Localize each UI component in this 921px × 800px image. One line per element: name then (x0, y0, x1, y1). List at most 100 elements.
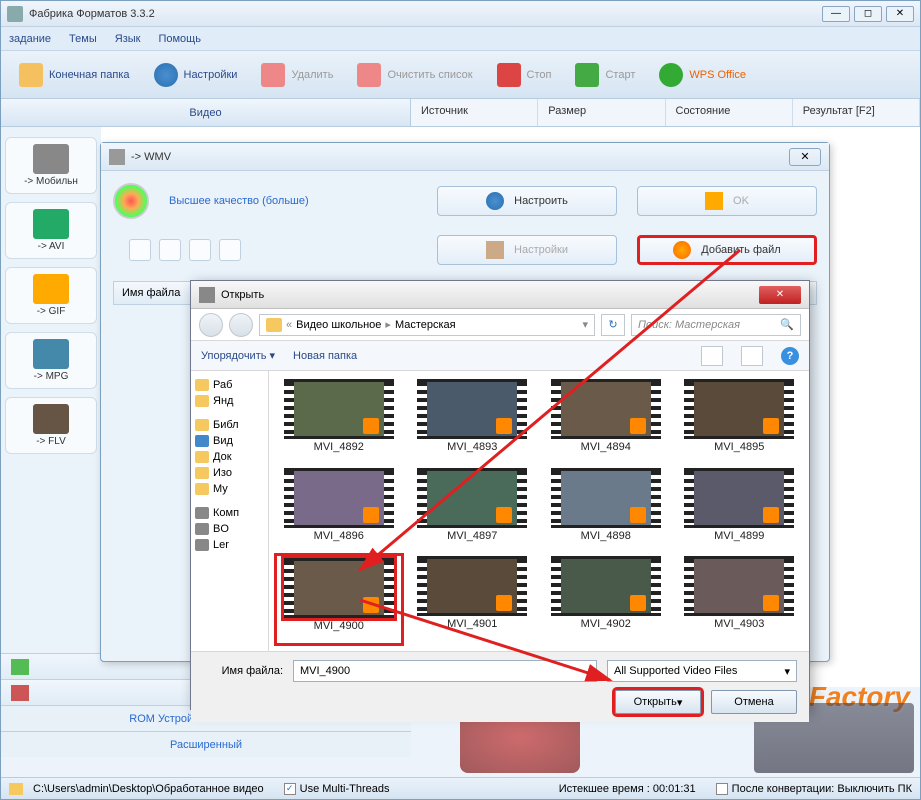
tree-videos[interactable]: Вид (195, 433, 264, 449)
fmt-mpg[interactable]: -> MPG (5, 332, 97, 389)
tree-bo[interactable]: BO (195, 521, 264, 537)
stop-button[interactable]: Стоп (487, 59, 562, 91)
video-thumbnail (417, 556, 527, 616)
minimize-button[interactable]: — (822, 6, 850, 22)
preview-icon[interactable] (189, 239, 211, 261)
organize-menu[interactable]: Упорядочить ▾ (201, 349, 275, 362)
tree-images[interactable]: Изо (195, 465, 264, 481)
filename-label: Имя файла: (203, 665, 283, 677)
multi-threads-checkbox[interactable]: ✓Use Multi-Threads (284, 783, 390, 795)
nav-back-button[interactable] (199, 313, 223, 337)
mpeg-icon (33, 339, 69, 369)
output-path[interactable]: C:\Users\admin\Desktop\Обработанное виде… (33, 783, 264, 795)
clear-icon (357, 63, 381, 87)
tree-music[interactable]: Му (195, 481, 264, 497)
advanced-row[interactable]: Расширенный (1, 731, 411, 757)
video-thumbnail (551, 556, 661, 616)
maximize-button[interactable]: ◻ (854, 6, 882, 22)
close-button[interactable]: ✕ (886, 6, 914, 22)
output-folder-button[interactable]: Конечная папка (9, 59, 140, 91)
file-name-label: MVI_4899 (714, 530, 764, 542)
col-state[interactable]: Состояние (666, 99, 793, 126)
delete-icon (261, 63, 285, 87)
menu-themes[interactable]: Темы (69, 33, 97, 45)
tree-computer[interactable]: Комп (195, 505, 264, 521)
col-size[interactable]: Размер (538, 99, 665, 126)
cancel-button[interactable]: Отмена (711, 690, 797, 714)
settings-button[interactable]: Настройки (144, 59, 248, 91)
tree-yandex[interactable]: Янд (195, 393, 264, 409)
tree-documents[interactable]: Док (195, 449, 264, 465)
tree-libraries[interactable]: Библ (195, 417, 264, 433)
file-item[interactable]: MVI_4892 (277, 379, 401, 462)
add-file-button[interactable]: Добавить файл (637, 235, 817, 265)
breadcrumb[interactable]: « Видео школьное ▸ Мастерская ▾ (259, 314, 595, 336)
play-overlay-icon (496, 418, 512, 434)
play-overlay-icon (630, 418, 646, 434)
col-result[interactable]: Результат [F2] (793, 99, 920, 126)
file-item[interactable]: MVI_4899 (678, 468, 802, 551)
video-thumbnail (417, 379, 527, 439)
file-item[interactable]: MVI_4902 (544, 556, 668, 643)
configure-button[interactable]: Настроить (437, 186, 617, 216)
search-input[interactable]: Поиск: Мастерская🔍 (631, 314, 801, 336)
wmv-format-icon (113, 183, 149, 219)
preview-pane-button[interactable] (741, 346, 763, 366)
delete-button[interactable]: Удалить (251, 59, 343, 91)
file-item[interactable]: MVI_4896 (277, 468, 401, 551)
wps-icon (659, 63, 683, 87)
tree-ler[interactable]: Ler (195, 537, 264, 553)
file-name-label: MVI_4900 (314, 620, 364, 632)
mobile-icon (33, 144, 69, 174)
wmv-settings-button[interactable]: Настройки (437, 235, 617, 265)
filetype-select[interactable]: All Supported Video Files▾ (607, 660, 797, 682)
file-item[interactable]: MVI_4895 (678, 379, 802, 462)
wps-button[interactable]: WPS Office (649, 59, 756, 91)
fmt-avi[interactable]: -> AVI (5, 202, 97, 259)
file-item[interactable]: MVI_4893 (411, 379, 535, 462)
quality-link[interactable]: Высшее качество (больше) (169, 195, 309, 207)
open-button[interactable]: Открыть ▾ (615, 690, 701, 714)
menu-help[interactable]: Помощь (158, 33, 201, 45)
open-title-text: Открыть (221, 289, 759, 301)
fmt-mobile[interactable]: -> Мобильн (5, 137, 97, 194)
toolbar-row: Упорядочить ▾ Новая папка ? (191, 341, 809, 371)
file-name-label: MVI_4901 (447, 618, 497, 630)
play-overlay-icon (363, 597, 379, 613)
tree-desktop[interactable]: Раб (195, 377, 264, 393)
tabs-row: Видео Источник Размер Состояние Результа… (1, 99, 920, 127)
wmv-close-button[interactable]: ✕ (789, 148, 821, 166)
fmt-gif[interactable]: -> GIF (5, 267, 97, 324)
search-icon: 🔍 (780, 318, 794, 331)
file-item[interactable]: MVI_4898 (544, 468, 668, 551)
nav-forward-button[interactable] (229, 313, 253, 337)
file-item[interactable]: MVI_4894 (544, 379, 668, 462)
open-close-button[interactable]: ✕ (759, 286, 801, 304)
help-icon[interactable]: ? (781, 347, 799, 365)
play-range-icon[interactable] (129, 239, 151, 261)
file-item[interactable]: MVI_4897 (411, 468, 535, 551)
new-folder-button[interactable]: Новая папка (293, 350, 357, 362)
open-bottom: Имя файла: All Supported Video Files▾ От… (191, 651, 809, 722)
file-item[interactable]: MVI_4903 (678, 556, 802, 643)
clear-list-button[interactable]: Очистить список (347, 59, 482, 91)
info-icon[interactable] (219, 239, 241, 261)
cut-icon[interactable] (159, 239, 181, 261)
menu-task[interactable]: задание (9, 33, 51, 45)
filename-input[interactable] (293, 660, 597, 682)
col-source[interactable]: Источник (411, 99, 538, 126)
view-mode-button[interactable] (701, 346, 723, 366)
start-button[interactable]: Старт (565, 59, 645, 91)
nav-row: « Видео школьное ▸ Мастерская ▾ ↻ Поиск:… (191, 309, 809, 341)
fmt-flv[interactable]: -> FLV (5, 397, 97, 454)
after-conversion-checkbox[interactable]: После конвертации: Выключить ПК (716, 783, 912, 795)
menu-lang[interactable]: Язык (115, 33, 141, 45)
file-item[interactable]: MVI_4900 (277, 556, 401, 643)
refresh-button[interactable]: ↻ (601, 314, 625, 336)
video-thumbnail (417, 468, 527, 528)
tab-video[interactable]: Видео (1, 99, 411, 126)
gif-icon (33, 274, 69, 304)
file-item[interactable]: MVI_4901 (411, 556, 535, 643)
ok-button[interactable]: OK (637, 186, 817, 216)
file-name-label: MVI_4902 (581, 618, 631, 630)
